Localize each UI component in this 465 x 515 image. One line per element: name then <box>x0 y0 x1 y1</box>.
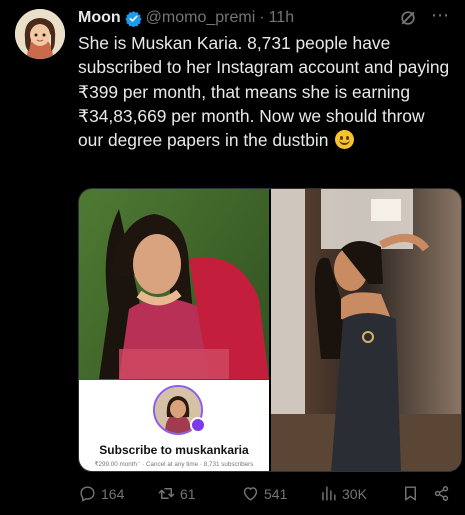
subscribe-title: Subscribe to muskankaria <box>99 443 249 457</box>
like-action[interactable]: 541 <box>241 484 287 503</box>
verified-badge-icon <box>125 10 142 27</box>
author-avatar[interactable] <box>15 9 65 59</box>
reply-icon <box>80 486 95 502</box>
bookmark-action[interactable] <box>401 484 424 503</box>
share-icon <box>434 486 449 501</box>
tweet-actions: 164 61 541 30K <box>78 484 458 506</box>
repost-icon <box>158 488 175 499</box>
reply-action[interactable]: 164 <box>78 484 124 503</box>
repost-action[interactable]: 61 <box>157 484 196 503</box>
like-count: 541 <box>264 485 288 502</box>
subscription-crown-icon <box>190 417 206 433</box>
subscribe-card[interactable]: Subscribe to muskankaria ₹299.00 month⁻ … <box>79 380 269 471</box>
author-handle[interactable]: @momo_premi <box>146 9 256 27</box>
photo-left[interactable]: Subscribe to muskankaria ₹299.00 month⁻ … <box>79 189 269 471</box>
tweet-header: Moon @momo_premi · 11h ⋯ <box>78 5 458 29</box>
tweet[interactable]: Moon @momo_premi · 11h ⋯ She is Muskan K… <box>0 0 465 515</box>
tweet-time[interactable]: 11h <box>269 9 295 27</box>
share-action[interactable] <box>432 484 455 503</box>
separator-dot: · <box>259 9 265 26</box>
tweet-text: She is Muskan Karia. 8,731 people have s… <box>78 31 453 152</box>
heart-icon <box>243 487 258 501</box>
author-name[interactable]: Moon <box>78 9 121 27</box>
views-bar-chart-icon <box>322 486 336 501</box>
grok-icon[interactable] <box>398 8 418 28</box>
views-count: 30K <box>342 485 367 502</box>
views-action[interactable]: 30K <box>319 484 367 503</box>
media-grid: Subscribe to muskankaria ₹299.00 month⁻ … <box>78 188 462 472</box>
tweet-body: She is Muskan Karia. 8,731 people have s… <box>78 33 450 151</box>
repost-count: 61 <box>180 485 196 502</box>
more-options-icon[interactable]: ⋯ <box>431 5 450 26</box>
smiling-face-emoji-icon <box>335 130 355 150</box>
bookmark-icon <box>405 486 416 501</box>
reply-count: 164 <box>101 485 125 502</box>
subscribe-meta: ₹299.00 month⁻ · Cancel at any time · 8,… <box>94 461 254 468</box>
photo-right[interactable] <box>271 189 461 471</box>
